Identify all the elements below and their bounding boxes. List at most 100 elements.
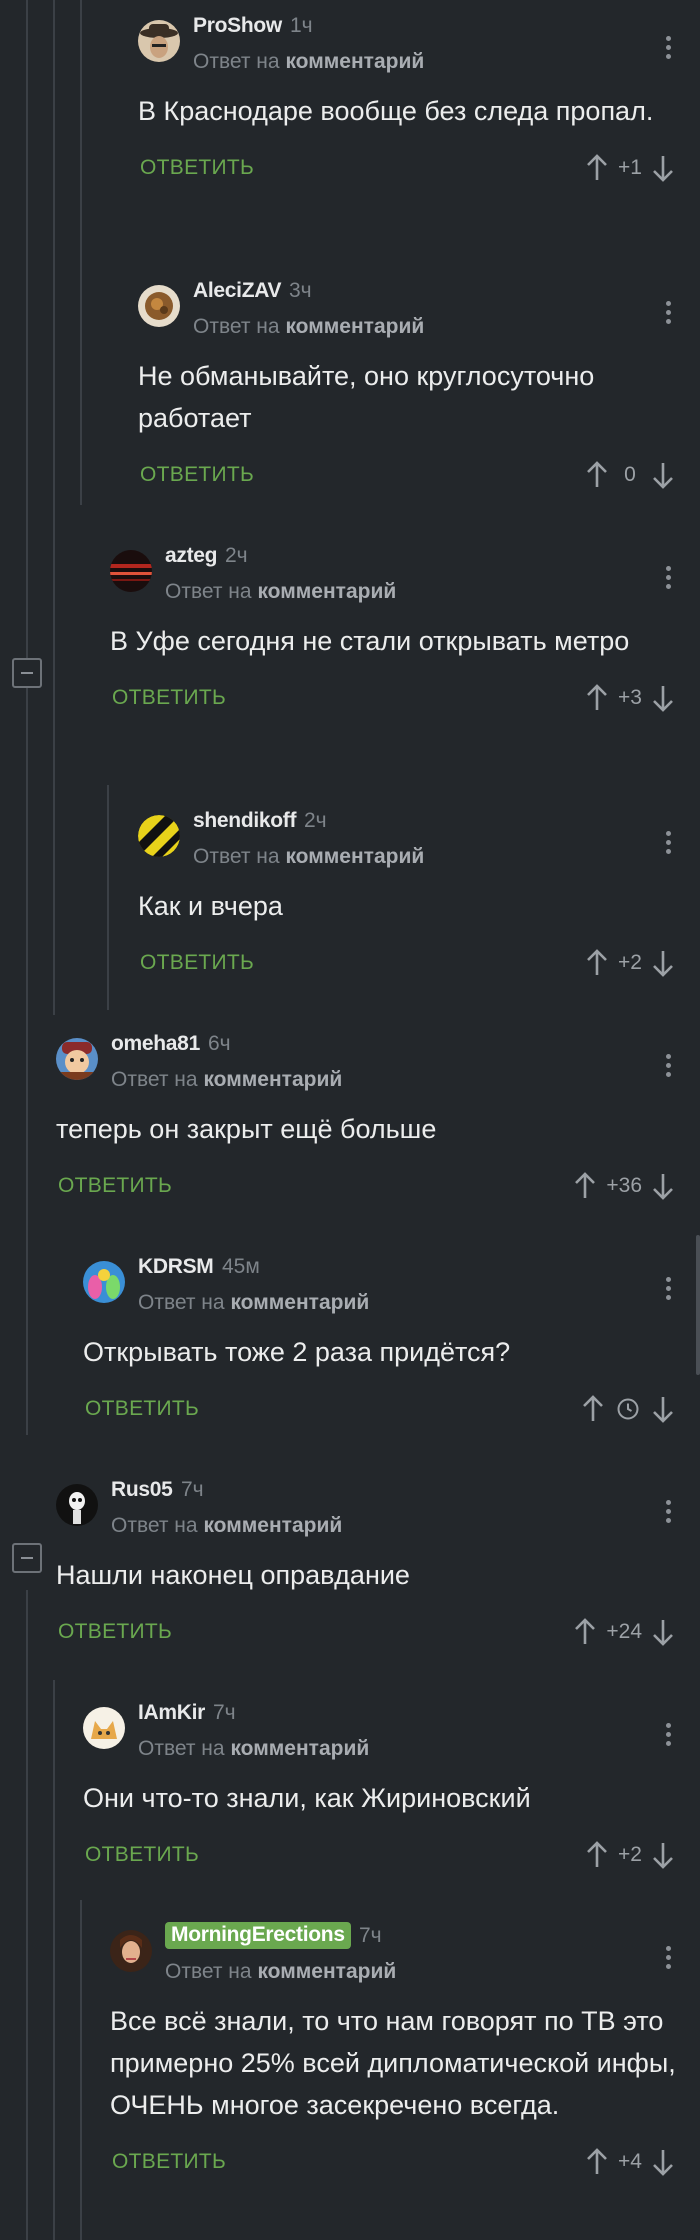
reply-to-label[interactable]: Ответ на комментарий <box>193 845 424 869</box>
upvote-icon[interactable] <box>578 1391 608 1427</box>
comment-author[interactable]: shendikoff <box>193 809 296 833</box>
downvote-icon[interactable] <box>648 1391 678 1427</box>
comment-time: 45м <box>222 1255 260 1278</box>
comment-author[interactable]: omeha81 <box>111 1032 200 1056</box>
comment-text: Не обманывайте, оно круглосуточно работа… <box>138 361 595 433</box>
comment-author[interactable]: azteg <box>165 544 217 568</box>
comment-score: +4 <box>618 2150 642 2173</box>
comment: ProShow Ответ на комментарий 1ч В Красно… <box>138 14 700 194</box>
downvote-icon[interactable] <box>648 1837 678 1873</box>
thread-line <box>53 0 55 1015</box>
comment-score: +2 <box>618 1843 642 1866</box>
striped-avatar-icon[interactable] <box>138 815 180 857</box>
upvote-icon[interactable] <box>570 1168 600 1204</box>
reply-to-label[interactable]: Ответ на комментарий <box>165 1960 396 1984</box>
downvote-icon[interactable] <box>648 1614 678 1650</box>
comment-score: 0 <box>624 463 636 486</box>
upvote-icon[interactable] <box>570 1614 600 1650</box>
upvote-icon[interactable] <box>582 945 612 981</box>
skeleton-avatar-icon[interactable] <box>56 1484 98 1526</box>
downvote-icon[interactable] <box>648 680 678 716</box>
more-options-icon[interactable] <box>666 1723 672 1750</box>
downvote-icon[interactable] <box>648 150 678 186</box>
comment-text: Открывать тоже 2 раза придётся? <box>83 1337 511 1367</box>
upvote-icon[interactable] <box>582 2144 612 2180</box>
comment-score: +36 <box>606 1174 642 1197</box>
more-options-icon[interactable] <box>666 1277 672 1304</box>
comment-score: +3 <box>618 686 642 709</box>
upvote-icon[interactable] <box>582 680 612 716</box>
comment-author[interactable]: AleciZAV <box>193 279 282 303</box>
dish-avatar-icon[interactable] <box>138 285 180 327</box>
upvote-icon[interactable] <box>582 1837 612 1873</box>
reply-button[interactable]: ОТВЕТИТЬ <box>58 1620 172 1644</box>
reply-to-label[interactable]: Ответ на комментарий <box>138 1291 369 1315</box>
comment-text: Они что-то знали, как Жириновский <box>83 1783 531 1813</box>
woman-avatar-icon[interactable] <box>110 1930 152 1972</box>
more-options-icon[interactable] <box>666 566 672 593</box>
comment-time: 7ч <box>181 1478 204 1501</box>
thread-line <box>107 785 109 1010</box>
collapse-thread-button[interactable] <box>12 658 42 688</box>
downvote-icon[interactable] <box>648 945 678 981</box>
more-options-icon[interactable] <box>666 1946 672 1973</box>
comment-author[interactable]: KDRSM <box>138 1255 214 1279</box>
reply-button[interactable]: ОТВЕТИТЬ <box>58 1174 172 1198</box>
reply-button[interactable]: ОТВЕТИТЬ <box>140 156 254 180</box>
comment-text: Нашли наконец оправдание <box>56 1560 410 1590</box>
comment: omeha81 Ответ на комментарий 6ч теперь о… <box>56 1032 700 1212</box>
cowboy-avatar-icon[interactable] <box>138 20 180 62</box>
collapse-thread-button[interactable] <box>12 1543 42 1573</box>
thread-line <box>26 1590 28 2240</box>
reply-to-label[interactable]: Ответ на комментарий <box>111 1514 342 1538</box>
upvote-icon[interactable] <box>582 150 612 186</box>
reply-button[interactable]: ОТВЕТИТЬ <box>112 2150 226 2174</box>
more-options-icon[interactable] <box>666 1500 672 1527</box>
reply-button[interactable]: ОТВЕТИТЬ <box>85 1843 199 1867</box>
thread-line <box>80 1900 82 2240</box>
reply-button[interactable]: ОТВЕТИТЬ <box>85 1397 199 1421</box>
reply-to-label[interactable]: Ответ на комментарий <box>193 315 424 339</box>
comment-time: 1ч <box>290 14 313 37</box>
cartoon-avatar-icon[interactable] <box>56 1038 98 1080</box>
colorful-avatar-icon[interactable] <box>83 1261 125 1303</box>
comment-score: +24 <box>606 1620 642 1643</box>
comment-text: Все всё знали, то что нам говорят по ТВ … <box>110 2006 676 2120</box>
comment-text: Как и вчера <box>138 891 283 921</box>
comment: IAmKir Ответ на комментарий 7ч Они что-т… <box>83 1701 700 1881</box>
comment-time: 7ч <box>359 1924 382 1947</box>
more-options-icon[interactable] <box>666 1054 672 1081</box>
reply-to-label[interactable]: Ответ на комментарий <box>193 50 424 74</box>
comment-author[interactable]: ProShow <box>193 14 282 38</box>
comment-author[interactable]: Rus05 <box>111 1478 173 1502</box>
reply-to-label[interactable]: Ответ на комментарий <box>165 580 396 604</box>
thread-line <box>53 1680 55 2240</box>
more-options-icon[interactable] <box>666 36 672 63</box>
comment-time: 6ч <box>208 1032 231 1055</box>
comment: Rus05 Ответ на комментарий 7ч Нашли нако… <box>56 1478 700 1658</box>
comment: MorningErections Ответ на комментарий 7ч… <box>110 1922 700 2188</box>
more-options-icon[interactable] <box>666 831 672 858</box>
comment-author[interactable]: IAmKir <box>138 1701 205 1725</box>
comment-text: теперь он закрыт ещё больше <box>56 1114 437 1144</box>
reply-button[interactable]: ОТВЕТИТЬ <box>112 686 226 710</box>
comment-text: В Краснодаре вообще без следа пропал. <box>138 96 654 126</box>
comment: AleciZAV Ответ на комментарий 3ч Не обма… <box>138 279 700 501</box>
comment-time: 2ч <box>225 544 248 567</box>
reply-button[interactable]: ОТВЕТИТЬ <box>140 951 254 975</box>
thread-line <box>26 0 28 1435</box>
more-options-icon[interactable] <box>666 301 672 328</box>
downvote-icon[interactable] <box>648 457 678 493</box>
comment-score: +2 <box>618 951 642 974</box>
downvote-icon[interactable] <box>648 1168 678 1204</box>
comment: KDRSM Ответ на комментарий 45м Открывать… <box>83 1255 700 1435</box>
upvote-icon[interactable] <box>582 457 612 493</box>
reply-to-label[interactable]: Ответ на комментарий <box>111 1068 342 1092</box>
comment-author[interactable]: MorningErections <box>165 1922 351 1949</box>
cat-avatar-icon[interactable] <box>83 1707 125 1749</box>
downvote-icon[interactable] <box>648 2144 678 2180</box>
comment-time: 2ч <box>304 809 327 832</box>
dark-red-avatar-icon[interactable] <box>110 550 152 592</box>
reply-to-label[interactable]: Ответ на комментарий <box>138 1737 369 1761</box>
reply-button[interactable]: ОТВЕТИТЬ <box>140 463 254 487</box>
